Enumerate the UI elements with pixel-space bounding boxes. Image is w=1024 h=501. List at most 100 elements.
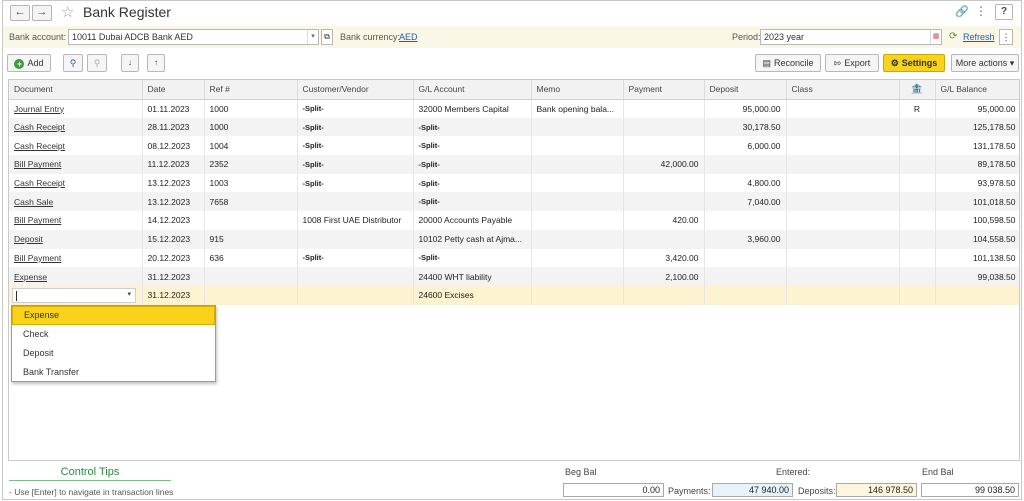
column-header-class[interactable]: Class — [786, 80, 900, 100]
column-header-payment[interactable]: Payment — [623, 80, 705, 100]
table-row[interactable]: Cash Receipt 13.12.2023 1003 -Split- -Sp… — [9, 173, 1019, 193]
period-value: 2023 year — [764, 32, 805, 42]
chevron-down-icon[interactable]: ▾ — [307, 30, 318, 44]
filter-bar: Bank account: 10011 Dubai ADCB Bank AED … — [3, 26, 1021, 48]
balance-cell: 89,178.50 — [935, 155, 1019, 174]
calendar-icon[interactable]: ▦ — [930, 30, 941, 44]
dropdown-option-check[interactable]: Check — [12, 325, 215, 344]
column-header-deposit[interactable]: Deposit — [704, 80, 787, 100]
class-cell[interactable] — [786, 285, 900, 305]
settings-button[interactable]: ⚙ Settings — [883, 54, 945, 72]
export-button[interactable]: ⇰ Export — [825, 54, 879, 72]
document-link[interactable]: Bill Payment — [9, 155, 143, 174]
payment-cell — [623, 173, 705, 193]
open-icon[interactable]: ⧉ — [321, 29, 333, 45]
ref-cell: 1004 — [204, 136, 298, 156]
gl-account-cell[interactable]: 24600 Excises — [413, 285, 532, 305]
dropdown-option-deposit[interactable]: Deposit — [12, 344, 215, 363]
ref-cell: 2352 — [204, 155, 298, 174]
reconcile-button[interactable]: ▤ Reconcile — [755, 54, 821, 72]
table-row[interactable]: Cash Sale 13.12.2023 7658 -Split- 7,040.… — [9, 192, 1019, 212]
gl-account-cell: -Split- — [413, 248, 532, 268]
bank-icon[interactable]: 🏦 — [899, 80, 936, 100]
document-link[interactable]: Expense — [9, 267, 143, 286]
back-arrow-icon[interactable]: ← — [10, 5, 30, 21]
gl-account-cell: -Split- — [413, 155, 532, 174]
document-link[interactable]: Deposit — [9, 229, 143, 249]
register-grid: Document Date Ref # Customer/Vendor G/L … — [8, 79, 1020, 461]
document-link[interactable]: Bill Payment — [9, 211, 143, 230]
table-row[interactable]: Journal Entry 01.11.2023 1000 -Split- 32… — [9, 99, 1019, 118]
customer-cell: 1008 First UAE Distributor — [297, 211, 414, 230]
table-row[interactable]: Expense 31.12.2023 24400 WHT liability 2… — [9, 267, 1019, 286]
settings-gear-icon: ⚙ — [890, 58, 899, 68]
document-link[interactable]: Cash Receipt — [9, 173, 143, 193]
beg-bal-value: 0.00 — [563, 483, 664, 497]
column-header-date[interactable]: Date — [142, 80, 205, 100]
memo-cell[interactable] — [531, 285, 624, 305]
table-row[interactable]: Cash Receipt 28.11.2023 1000 -Split- -Sp… — [9, 117, 1019, 137]
sort-ascending-icon[interactable]: ↓ — [121, 54, 139, 72]
column-header-gl-account[interactable]: G/L Account — [413, 80, 532, 100]
link-icon[interactable]: 🔗 — [955, 5, 969, 18]
cancel-find-icon[interactable]: ⚲ — [87, 54, 107, 72]
memo-cell — [531, 192, 624, 212]
document-link[interactable]: Cash Receipt — [9, 117, 143, 137]
date-cell: 28.11.2023 — [142, 117, 205, 137]
bank-currency-link[interactable]: AED — [399, 32, 418, 42]
beg-bal-label: Beg Bal — [565, 467, 597, 477]
document-link[interactable]: Cash Receipt — [9, 136, 143, 156]
reconciled-cell — [899, 248, 936, 268]
table-row[interactable]: Cash Receipt 08.12.2023 1004 -Split- -Sp… — [9, 136, 1019, 156]
new-transaction-row[interactable]: ▾ 31.12.2023 24600 Excises — [9, 285, 1019, 305]
deposit-cell[interactable] — [704, 285, 787, 305]
table-row[interactable]: Bill Payment 20.12.2023 636 -Split- -Spl… — [9, 248, 1019, 268]
deposit-cell — [704, 211, 787, 230]
column-header-gl-balance[interactable]: G/L Balance — [935, 80, 1019, 100]
period-field[interactable]: 2023 year ▦ — [760, 29, 942, 45]
column-header-document[interactable]: Document — [9, 80, 143, 100]
star-icon[interactable]: ☆ — [61, 3, 74, 21]
memo-cell — [531, 173, 624, 193]
date-cell[interactable]: 31.12.2023 — [142, 285, 205, 305]
table-row[interactable]: Bill Payment 11.12.2023 2352 -Split- -Sp… — [9, 155, 1019, 174]
reconciled-cell[interactable] — [899, 285, 936, 305]
more-actions-button[interactable]: More actions ▾ — [951, 54, 1019, 72]
control-tips-title: Control Tips — [9, 466, 171, 481]
document-link[interactable]: Journal Entry — [9, 99, 143, 118]
deposit-cell: 4,800.00 — [704, 173, 787, 193]
dropdown-option-bank-transfer[interactable]: Bank Transfer — [12, 363, 215, 382]
end-bal-value: 99 038.50 — [921, 483, 1019, 497]
column-header-ref[interactable]: Ref # — [204, 80, 298, 100]
refresh-icon[interactable]: ⟳ — [949, 31, 957, 42]
find-icon[interactable]: ⚲ — [63, 54, 83, 72]
column-header-customer-vendor[interactable]: Customer/Vendor — [297, 80, 414, 100]
kebab-menu-icon[interactable]: ⋮ — [975, 4, 987, 18]
document-link[interactable]: Cash Sale — [9, 192, 143, 212]
help-icon[interactable]: ? — [995, 4, 1013, 20]
refresh-link[interactable]: Refresh — [963, 32, 995, 42]
balance-cell: 131,178.50 — [935, 136, 1019, 156]
filter-menu-icon[interactable]: ⋮ — [999, 29, 1013, 45]
table-row[interactable]: Bill Payment 14.12.2023 1008 First UAE D… — [9, 211, 1019, 230]
ref-cell[interactable] — [204, 285, 298, 305]
reconciled-cell — [899, 136, 936, 156]
payment-cell[interactable] — [623, 285, 705, 305]
customer-cell[interactable] — [297, 285, 414, 305]
class-cell — [786, 248, 900, 268]
chevron-down-icon[interactable]: ▾ — [127, 290, 131, 298]
class-cell — [786, 99, 900, 118]
sort-descending-icon[interactable]: ↑ — [147, 54, 165, 72]
dropdown-option-expense[interactable]: Expense — [12, 306, 215, 325]
customer-cell — [297, 192, 414, 212]
chevron-down-icon: ▾ — [1009, 58, 1015, 68]
forward-arrow-icon[interactable]: → — [32, 5, 52, 21]
column-header-memo[interactable]: Memo — [531, 80, 624, 100]
document-link[interactable]: Bill Payment — [9, 248, 143, 268]
table-row[interactable]: Deposit 15.12.2023 915 10102 Petty cash … — [9, 229, 1019, 249]
bank-account-field[interactable]: 10011 Dubai ADCB Bank AED ▾ — [68, 29, 319, 45]
bank-register-window: ← → ☆ Bank Register 🔗 ⋮ ? Bank account: … — [2, 0, 1022, 500]
document-type-input[interactable]: ▾ — [12, 287, 136, 303]
add-button[interactable]: + Add — [7, 54, 51, 72]
document-type-cell[interactable]: ▾ — [9, 285, 143, 305]
